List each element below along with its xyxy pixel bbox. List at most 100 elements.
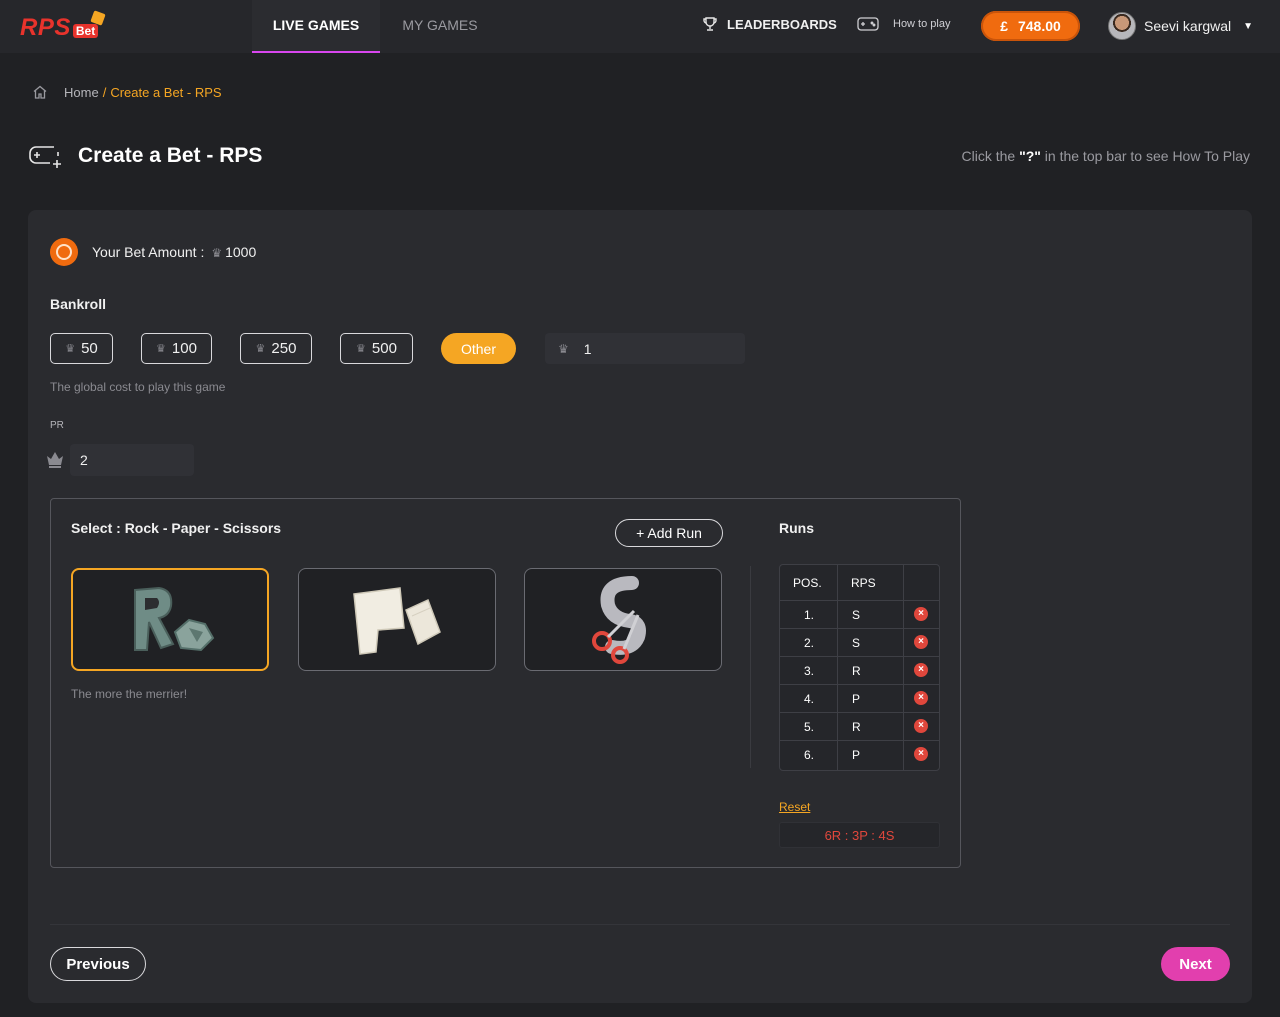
rpsbet-logo[interactable]: RPS Bet — [20, 10, 99, 42]
run-choice: S — [852, 636, 861, 650]
selection-title: Select : Rock - Paper - Scissors — [71, 520, 282, 536]
bankroll-option-value: 50 — [81, 340, 98, 357]
page-title: Create a Bet - RPS — [78, 144, 263, 167]
pr-value: 2 — [80, 452, 88, 468]
currency-symbol: £ — [1000, 18, 1008, 34]
bankroll-option-50[interactable]: ♛ 50 — [50, 333, 113, 364]
table-row: 1. S × — [780, 600, 939, 628]
reset-link[interactable]: Reset — [779, 800, 810, 814]
run-choice: P — [852, 748, 861, 762]
scissors-icon — [592, 575, 646, 664]
user-name: Seevi kargwal — [1144, 18, 1232, 34]
run-choice: P — [852, 692, 861, 706]
currency-icon: ♛ — [356, 343, 366, 355]
create-bet-card: Your Bet Amount : ♛ 1000 Bankroll ♛ 50 ♛ 10… — [28, 210, 1252, 1003]
table-row: 5. R × — [780, 712, 939, 740]
bet-amount-value-wrap: ♛ 1000 — [208, 244, 256, 260]
table-row: 2. S × — [780, 628, 939, 656]
panel-divider — [750, 566, 751, 768]
runs-title: Runs — [779, 520, 814, 536]
remove-run-icon[interactable]: × — [914, 607, 928, 621]
run-choice: R — [852, 720, 861, 734]
bankroll-label: Bankroll — [50, 296, 107, 312]
how-to-play-hint: Click the "?" in the top bar to see How … — [962, 148, 1251, 164]
remove-run-icon[interactable]: × — [914, 747, 928, 761]
remove-run-icon[interactable]: × — [914, 719, 928, 733]
currency-icon: ♛ — [156, 343, 166, 355]
paper-option[interactable] — [298, 568, 496, 671]
breadcrumb: Home / Create a Bet - RPS — [32, 84, 222, 100]
currency-icon: ♛ — [255, 343, 266, 355]
table-row: 3. R × — [780, 656, 939, 684]
page-header: Create a Bet - RPS — [28, 142, 262, 170]
scissors-option[interactable] — [524, 568, 722, 671]
bet-amount-row: Your Bet Amount : ♛ 1000 — [50, 238, 256, 266]
run-position: 1. — [804, 608, 815, 622]
runs-table: POS. RPS 1. S × 2. S × 3. R × 4. P × 5. … — [779, 564, 940, 771]
previous-button[interactable]: Previous — [50, 947, 146, 981]
next-button[interactable]: Next — [1161, 947, 1230, 981]
table-row: 6. P × — [780, 740, 939, 768]
bankroll-helper-text: The global cost to play this game — [50, 380, 226, 394]
bankroll-option-250[interactable]: ♛ 250 — [240, 333, 312, 364]
currency-icon: ♛ — [65, 343, 76, 355]
hint-suffix: in the top bar to see How To Play — [1044, 148, 1250, 164]
remove-run-icon[interactable]: × — [914, 663, 928, 677]
trophy-icon — [703, 17, 717, 31]
pr-label: PR — [50, 420, 64, 431]
selection-note: The more the merrier! — [71, 687, 188, 701]
custom-bankroll-input[interactable]: ♛ 1 — [545, 333, 745, 364]
run-choice: R — [852, 664, 861, 678]
how-to-play-link[interactable]: How to play — [857, 16, 950, 32]
currency-icon: ♛ — [211, 246, 223, 260]
column-header-rps: RPS — [851, 575, 876, 590]
table-row: 4. P × — [780, 684, 939, 712]
breadcrumb-current: Create a Bet - RPS — [110, 84, 222, 100]
currency-icon: ♛ — [558, 341, 569, 356]
avatar — [1108, 12, 1136, 40]
run-position: 5. — [804, 720, 815, 734]
footer-divider — [50, 924, 1230, 925]
user-menu[interactable]: Seevi kargwal ▼ — [1108, 12, 1253, 40]
hint-prefix: Click the — [961, 148, 1016, 164]
custom-bankroll-value: 1 — [583, 340, 592, 357]
bankroll-option-500[interactable]: ♛ 500 — [340, 333, 413, 364]
bankroll-option-100[interactable]: ♛ 100 — [141, 333, 212, 364]
remove-run-icon[interactable]: × — [914, 635, 928, 649]
bet-amount-value: 1000 — [225, 244, 257, 260]
run-position: 4. — [804, 692, 815, 706]
runs-summary: 6R : 3P : 4S — [779, 822, 940, 848]
breadcrumb-home[interactable]: Home — [64, 85, 99, 100]
add-game-icon — [29, 146, 61, 168]
bankroll-option-value: 100 — [171, 340, 197, 357]
crown-icon — [47, 452, 63, 468]
tab-my-games[interactable]: MY GAMES — [392, 0, 488, 53]
balance-amount: 748.00 — [1017, 18, 1061, 34]
breadcrumb-separator: / — [102, 84, 107, 100]
coins-icon — [50, 238, 78, 266]
home-icon[interactable] — [32, 84, 48, 100]
run-position: 2. — [804, 636, 815, 650]
hint-key: "?" — [1019, 148, 1041, 164]
other-amount-button[interactable]: Other — [441, 333, 516, 364]
logo-text: RPS — [20, 14, 71, 41]
add-run-button[interactable]: + Add Run — [615, 519, 723, 547]
pr-input[interactable]: 2 — [70, 444, 194, 476]
paper-icon — [353, 586, 441, 655]
balance-button[interactable]: £ 748.00 — [981, 11, 1080, 41]
rock-icon — [134, 586, 215, 651]
remove-run-icon[interactable]: × — [914, 691, 928, 705]
rps-selection-panel: Select : Rock - Paper - Scissors + Add R… — [50, 498, 961, 868]
bankroll-option-value: 250 — [271, 340, 297, 357]
how-to-play-label: How to play — [893, 18, 951, 30]
bankroll-option-value: 500 — [371, 340, 397, 357]
bet-amount-label: Your Bet Amount : — [92, 244, 205, 260]
leaderboards-link[interactable]: LEADERBOARDS — [702, 16, 837, 32]
run-choice: S — [852, 608, 861, 622]
tab-live-games[interactable]: LIVE GAMES — [252, 0, 380, 53]
run-position: 6. — [804, 748, 815, 762]
column-header-pos: POS. — [793, 575, 822, 590]
rock-option[interactable] — [71, 568, 269, 671]
run-position: 3. — [804, 664, 815, 678]
leaderboards-label: LEADERBOARDS — [727, 16, 837, 32]
